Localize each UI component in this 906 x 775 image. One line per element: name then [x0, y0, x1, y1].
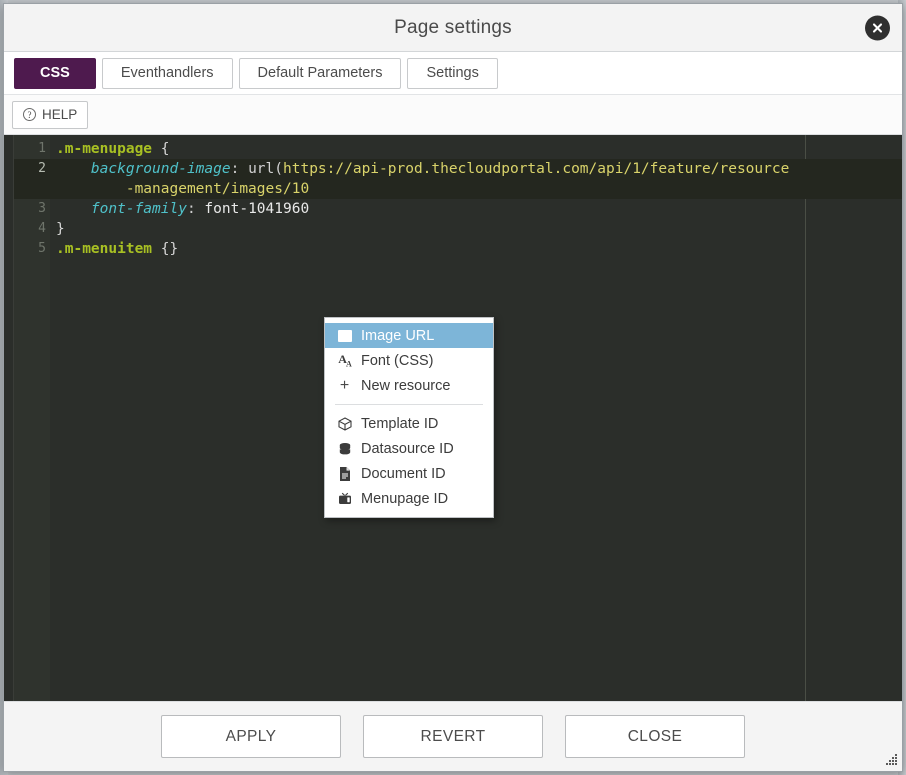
help-button-label: HELP: [42, 107, 78, 122]
editor-toolbar: ? HELP: [4, 95, 902, 135]
tab-settings[interactable]: Settings: [407, 57, 498, 89]
close-button[interactable]: CLOSE: [565, 715, 745, 758]
dialog-titlebar: Page settings: [4, 4, 902, 52]
code-line[interactable]: -management/images/10: [50, 179, 902, 199]
code-line[interactable]: font-family: font-1041960: [50, 199, 902, 219]
apply-button[interactable]: APPLY: [161, 715, 341, 758]
menu-item-label: Document ID: [361, 465, 446, 482]
code-token: -management/images/10: [125, 181, 310, 197]
code-line[interactable]: .m-menupage {: [50, 139, 902, 159]
code-line[interactable]: .m-menuitem {}: [50, 239, 902, 259]
menu-item-label: Image URL: [361, 327, 435, 344]
code-token: https://api-prod.thecloudportal.com/api/…: [283, 161, 790, 177]
code-token: url(: [248, 161, 283, 177]
menu-item-image-url[interactable]: Image URL: [325, 323, 493, 348]
code-token: }: [56, 221, 65, 237]
code-line[interactable]: }: [50, 219, 902, 239]
code-token: :: [230, 161, 249, 177]
line-number: 1▾: [14, 139, 58, 159]
code-token: {: [152, 141, 170, 157]
menu-item-datasource-id[interactable]: Datasource ID: [325, 436, 493, 461]
close-icon[interactable]: [865, 15, 890, 40]
editor-left-rail: [4, 135, 14, 701]
cube-icon: [337, 416, 352, 431]
line-number: [14, 179, 50, 199]
dialog-footer: APPLY REVERT CLOSE: [4, 701, 902, 771]
code-token: .m-menupage: [56, 141, 153, 157]
line-number: 3: [38, 201, 46, 216]
page-settings-dialog: Page settings CSS Eventhandlers Default …: [3, 3, 903, 772]
image-icon: [337, 328, 352, 343]
page-title: Page settings: [394, 16, 512, 38]
code-token: background-image: [90, 161, 231, 177]
line-number: 4: [38, 221, 46, 236]
code-token: :: [186, 201, 205, 217]
code-line[interactable]: background-image: url(https://api-prod.t…: [50, 159, 902, 179]
line-number: 2: [14, 159, 50, 179]
editor-line-number-gutter: 1▾ 2 3 4 5: [14, 135, 58, 701]
code-token: font-1041960: [204, 201, 310, 217]
menu-item-menupage-id[interactable]: Menupage ID: [325, 486, 493, 511]
menu-item-label: Datasource ID: [361, 440, 454, 457]
plus-icon: +: [339, 376, 350, 394]
question-circle-icon: ?: [23, 108, 36, 121]
css-code-editor[interactable]: 1▾ 2 3 4 5 .m-menupage { background-imag…: [4, 135, 902, 701]
line-number: 5: [38, 241, 46, 256]
menu-item-label: Font (CSS): [361, 352, 434, 369]
revert-button[interactable]: REVERT: [363, 715, 543, 758]
monitor-icon: [337, 491, 352, 506]
document-icon: [337, 466, 352, 481]
menu-item-label: New resource: [361, 377, 451, 394]
menu-item-label: Menupage ID: [361, 490, 449, 507]
menu-separator: [335, 404, 483, 405]
code-token: {}: [152, 241, 179, 257]
resize-grip-icon[interactable]: [884, 753, 898, 767]
menu-item-document-id[interactable]: Document ID: [325, 461, 493, 486]
resource-type-context-menu[interactable]: Image URL AA Font (CSS) + New resource Templa…: [324, 317, 494, 518]
code-token: font-family: [90, 201, 187, 217]
menu-item-label: Template ID: [361, 415, 439, 432]
menu-item-font-css[interactable]: AA Font (CSS): [325, 348, 493, 373]
tab-css[interactable]: CSS: [14, 57, 96, 89]
code-token: .m-menuitem: [56, 241, 153, 257]
dialog-tabbar: CSS Eventhandlers Default Parameters Set…: [4, 52, 902, 95]
help-button[interactable]: ? HELP: [12, 100, 89, 129]
tab-default-parameters[interactable]: Default Parameters: [238, 57, 402, 89]
menu-item-new-resource[interactable]: + New resource: [325, 373, 493, 398]
database-icon: [337, 441, 352, 456]
font-icon: AA: [338, 352, 351, 369]
tab-eventhandlers[interactable]: Eventhandlers: [101, 57, 233, 89]
menu-item-template-id[interactable]: Template ID: [325, 411, 493, 436]
